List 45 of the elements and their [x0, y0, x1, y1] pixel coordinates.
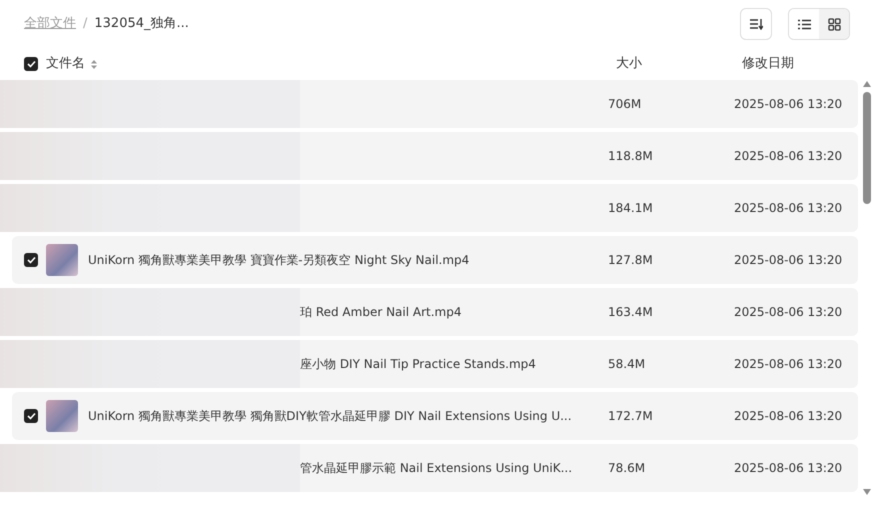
video-thumbnail [46, 400, 78, 432]
file-size: 184.1M [608, 201, 653, 215]
file-name[interactable]: UniKorn 獨角獸專業美甲教學 獨角獸DIY軟管水晶延甲膠 DIY Nail Extensions Using U... [88, 407, 572, 425]
checkbox[interactable] [24, 57, 38, 71]
column-header[interactable]: 修改日期 [742, 56, 794, 72]
file-name[interactable]: 珀 Red Amber Nail Art.mp4 [300, 303, 462, 321]
list-icon [798, 18, 810, 30]
file-size: 127.8M [608, 253, 653, 267]
sort-button[interactable] [740, 8, 772, 40]
grid-icon [828, 18, 840, 30]
file-size: 58.4M [608, 357, 646, 371]
file-name[interactable]: 管水晶延甲膠示範 Nail Extensions Using UniK... [300, 459, 572, 477]
grid-view-button[interactable] [819, 9, 849, 39]
column-header[interactable]: 文件名 [46, 54, 85, 74]
video-thumbnail [46, 244, 78, 276]
file-size: 78.6M [608, 461, 646, 475]
file-date: 2025-08-06 13:20 [734, 201, 842, 215]
file-name[interactable]: UniKorn 獨角獸專業美甲教學 寶寶作業-另類夜空 Night Sky Nail.mp4 [88, 251, 470, 269]
check-icon [26, 60, 36, 68]
file-row[interactable]: UniKorn 獨角獸專業美甲教學 獨角獸DIY軟管水晶延甲膠 DIY Nail Extensions Using U... 172.7M 2025-08-06 13:20 [12, 392, 858, 440]
file-name[interactable]: 座小物 DIY Nail Tip Practice Stands.mp4 [300, 355, 536, 373]
check-icon [26, 256, 36, 264]
sort-icon [749, 18, 763, 30]
checkbox[interactable] [24, 253, 38, 267]
column-header[interactable]: 大小 [616, 56, 642, 72]
file-row[interactable]: UniKorn 獨角獸專業美甲教學 寶寶作業-另類夜空 Night Sky Nail.mp4 127.8M 2025-08-06 13:20 [12, 236, 858, 284]
file-date: 2025-08-06 13:20 [734, 149, 842, 163]
scroll-down-icon[interactable] [862, 488, 872, 496]
file-date: 2025-08-06 13:20 [734, 461, 842, 475]
scrollbar-thumb[interactable] [863, 92, 871, 204]
breadcrumb-current: 132054_独角... [94, 15, 189, 34]
file-date: 2025-08-06 13:20 [734, 97, 842, 111]
check-icon [26, 412, 36, 420]
file-date: 2025-08-06 13:20 [734, 357, 842, 371]
file-date: 2025-08-06 13:20 [734, 253, 842, 267]
file-size: 172.7M [608, 409, 653, 423]
file-size: 118.8M [608, 149, 653, 163]
sort-toggle-icon[interactable] [90, 58, 98, 70]
scroll-up-icon[interactable] [862, 80, 872, 88]
file-size: 163.4M [608, 305, 653, 319]
file-size: 706M [608, 97, 642, 111]
file-date: 2025-08-06 13:20 [734, 305, 842, 319]
file-date: 2025-08-06 13:20 [734, 409, 842, 423]
checkbox[interactable] [24, 409, 38, 423]
breadcrumb-separator: / [83, 15, 88, 34]
